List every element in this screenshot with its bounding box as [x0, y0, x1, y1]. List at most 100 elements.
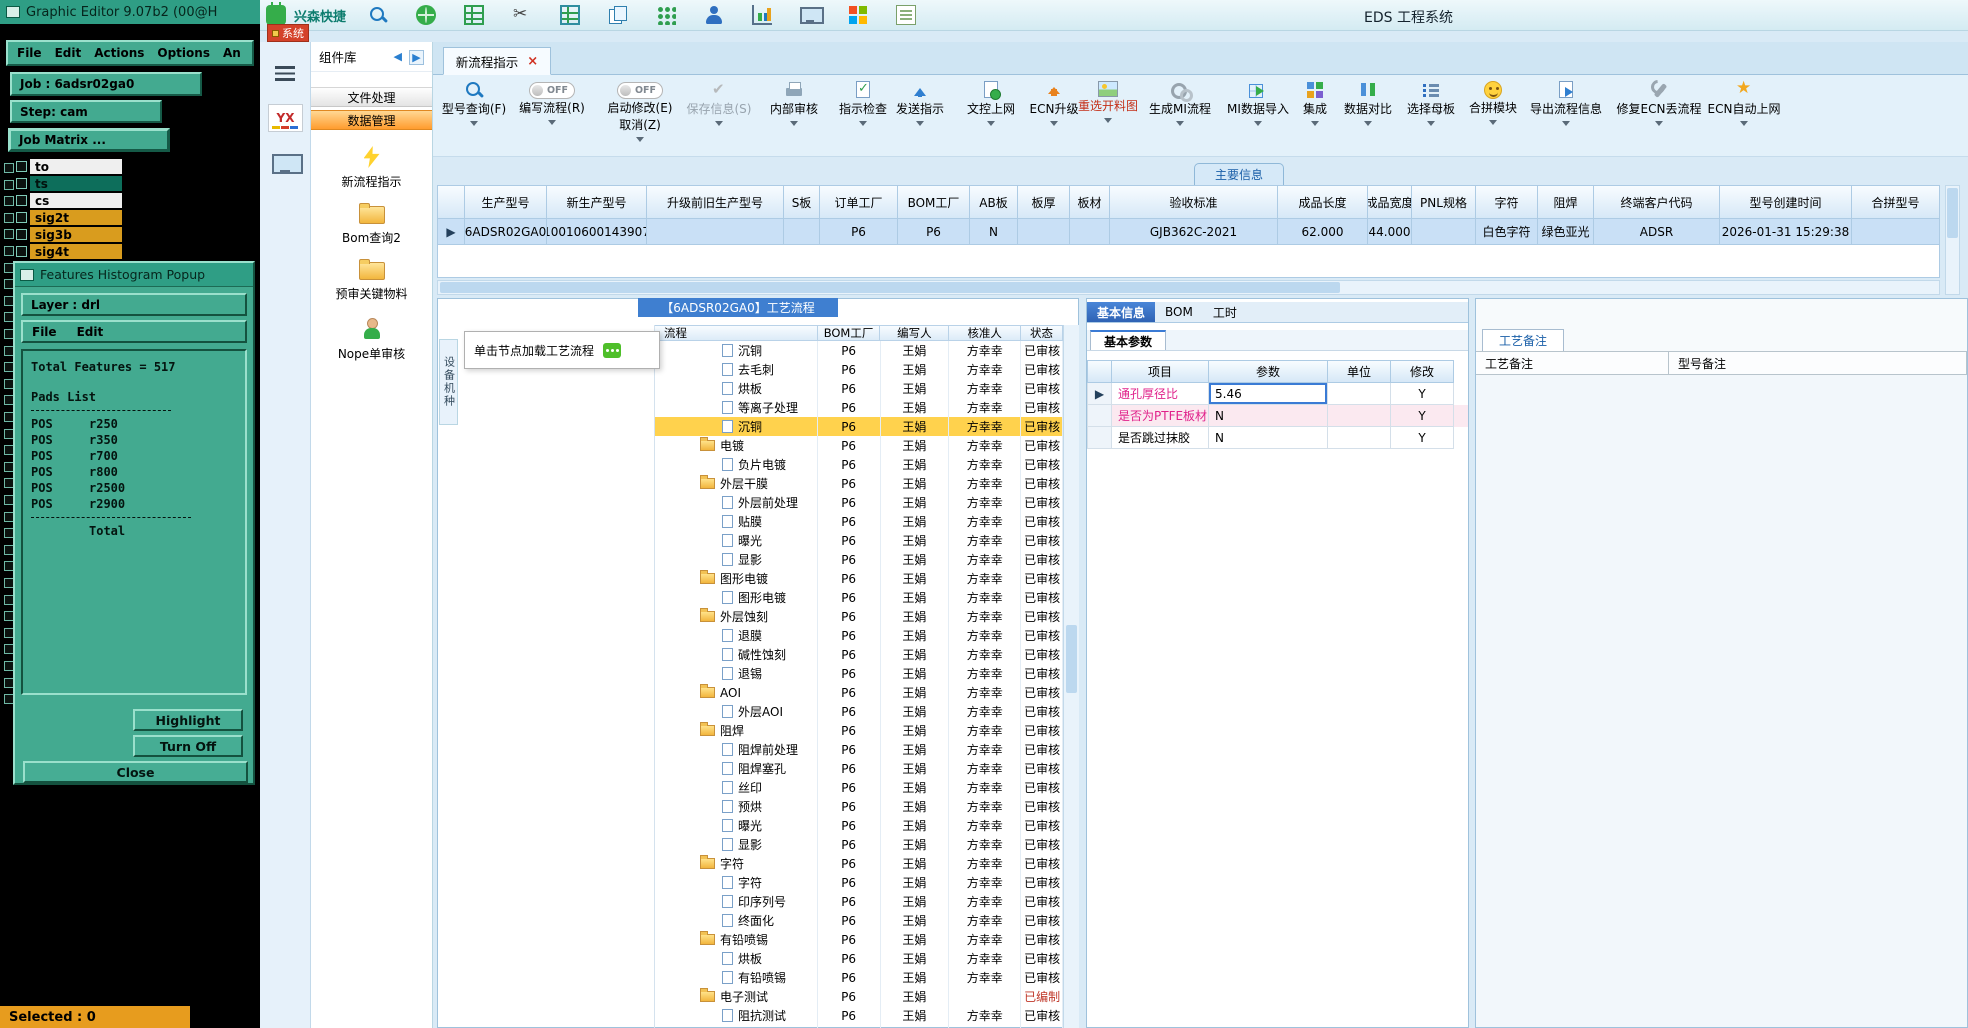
- win-icon[interactable]: [848, 5, 869, 25]
- horizontal-scrollbar[interactable]: [437, 280, 1940, 295]
- flow-tree-row[interactable]: 阻抗测试 P6 王娟 方幸幸 已审核: [655, 1006, 1063, 1025]
- toolbar-button[interactable]: OFF 编写流程(R): [513, 78, 591, 156]
- column-header[interactable]: 板厚: [1018, 185, 1070, 219]
- flow-tree-row[interactable]: 碱性蚀刻 P6 王娟 方幸幸 已审核: [655, 645, 1063, 664]
- flow-tree-row[interactable]: 曝光 P6 王娟 方幸幸 已审核: [655, 816, 1063, 835]
- layer-row[interactable]: cs: [16, 192, 122, 209]
- layer-checkbox[interactable]: [16, 195, 27, 206]
- flow-tree-row[interactable]: 去毛刺 P6 王娟 方幸幸 已审核: [655, 360, 1063, 379]
- popup-titlebar[interactable]: Features Histogram Popup: [15, 263, 253, 287]
- flow-tree-row[interactable]: 外层前处理 P6 王娟 方幸幸 已审核: [655, 493, 1063, 512]
- layer-row[interactable]: sig4t: [16, 243, 122, 260]
- dropdown-arrow-icon[interactable]: [916, 121, 924, 130]
- quick-launch-label[interactable]: 兴森快捷: [294, 6, 346, 25]
- flow-tree-row[interactable]: 外层蚀刻 P6 王娟 方幸幸 已审核: [655, 607, 1063, 626]
- param-value[interactable]: 5.46: [1209, 383, 1328, 405]
- param-value[interactable]: N: [1209, 405, 1328, 427]
- tree-column-header[interactable]: 核准人: [949, 325, 1022, 341]
- toolbar-button[interactable]: 生成MI流程: [1141, 78, 1219, 156]
- flow-tree-row[interactable]: 等离子处理 P6 王娟 方幸幸 已审核: [655, 398, 1063, 417]
- column-header[interactable]: 订单工厂: [820, 185, 898, 219]
- layer-row[interactable]: sig3b: [16, 226, 122, 243]
- highlight-button[interactable]: Highlight: [133, 709, 243, 731]
- job-matrix-button[interactable]: Job Matrix ...: [8, 128, 170, 152]
- flow-tree-row[interactable]: 外层AOI P6 王娟 方幸幸 已审核: [655, 702, 1063, 721]
- component-item[interactable]: 新流程指示: [311, 146, 432, 190]
- dropdown-arrow-icon[interactable]: [1104, 118, 1112, 127]
- param-row[interactable]: 是否跳过抹胶 N Y: [1087, 427, 1468, 449]
- globe-icon[interactable]: [416, 5, 437, 25]
- toolbar-button[interactable]: 重选开料图: [1069, 78, 1147, 156]
- menu-actions[interactable]: Actions: [94, 46, 144, 60]
- param-column-header[interactable]: 修改: [1391, 360, 1454, 383]
- note-icon[interactable]: [896, 5, 917, 25]
- tab-new-flow-instruction[interactable]: 新流程指示 ×: [443, 47, 551, 75]
- column-header[interactable]: 生产型号: [465, 185, 547, 219]
- system-tab[interactable]: 系统: [267, 24, 309, 42]
- dropdown-arrow-icon[interactable]: [1050, 121, 1058, 130]
- turn-off-button[interactable]: Turn Off: [133, 735, 243, 757]
- menu-options[interactable]: Options: [157, 46, 210, 60]
- off-toggle[interactable]: OFF: [617, 82, 663, 99]
- close-tab-icon[interactable]: ×: [527, 55, 538, 68]
- main-info-tab[interactable]: 主要信息: [1194, 163, 1284, 185]
- dropdown-arrow-icon[interactable]: [470, 121, 478, 130]
- flow-tree-row[interactable]: 外层干膜 P6 王娟 方幸幸 已审核: [655, 474, 1063, 493]
- dropdown-arrow-icon[interactable]: [1254, 121, 1262, 130]
- column-header[interactable]: S板: [784, 185, 820, 219]
- off-toggle[interactable]: OFF: [529, 82, 575, 99]
- go-right-icon[interactable]: ▶: [409, 50, 424, 65]
- column-header[interactable]: 成品长度: [1278, 185, 1368, 219]
- graphic-editor-titlebar[interactable]: Graphic Editor 9.07b2 (00@H: [0, 0, 260, 24]
- column-header[interactable]: 成品宽度: [1368, 185, 1412, 219]
- tab-bom[interactable]: BOM: [1155, 302, 1203, 322]
- column-header[interactable]: BOM工厂: [898, 185, 970, 219]
- flow-tree-row[interactable]: 沉铜 P6 王娟 方幸幸 已审核: [655, 341, 1063, 360]
- toolbar-button[interactable]: 内部审核: [755, 78, 833, 156]
- popup-menu-file[interactable]: File: [32, 325, 57, 339]
- dropdown-arrow-icon[interactable]: [1176, 121, 1184, 130]
- column-header[interactable]: 板材: [1070, 185, 1110, 219]
- toolbar-button[interactable]: 导出流程信息: [1527, 78, 1605, 156]
- scrollbar-thumb[interactable]: [1947, 188, 1958, 238]
- close-button[interactable]: Close: [23, 761, 248, 783]
- toolbar-button[interactable]: 合拼模块: [1454, 78, 1532, 156]
- flow-tree-row[interactable]: 贴膜 P6 王娟 方幸幸 已审核: [655, 512, 1063, 531]
- toolbar-button[interactable]: 发送指示: [881, 78, 959, 156]
- param-row[interactable]: 是否为PTFE板材 N Y: [1087, 405, 1468, 427]
- vertical-scrollbar[interactable]: [1945, 185, 1960, 295]
- param-column-header[interactable]: 单位: [1328, 360, 1391, 383]
- flow-tree-row[interactable]: 电镀 P6 王娟 方幸幸 已审核: [655, 436, 1063, 455]
- equipment-side-tab[interactable]: 设备机种: [439, 339, 458, 425]
- search-icon[interactable]: [368, 5, 388, 25]
- scrollbar-thumb[interactable]: [440, 282, 1340, 293]
- popup-menu-edit[interactable]: Edit: [77, 325, 104, 339]
- flow-tree-row[interactable]: 沉铜 P6 王娟 方幸幸 已审核: [655, 417, 1063, 436]
- toolbar-button[interactable]: ECN自动上网: [1705, 78, 1783, 156]
- component-item[interactable]: Nope单审核: [311, 318, 432, 362]
- tab-process-notes[interactable]: 工艺备注: [1482, 329, 1564, 351]
- grid2-icon[interactable]: [560, 5, 581, 25]
- flow-tree-row[interactable]: 烘板 P6 王娟 方幸幸 已审核: [655, 379, 1063, 398]
- param-row[interactable]: ▶ 通孔厚径比 5.46 Y: [1087, 383, 1468, 405]
- hamburger-menu-icon[interactable]: [275, 66, 295, 81]
- flow-tree-row[interactable]: 显影 P6 王娟 方幸幸 已审核: [655, 835, 1063, 854]
- column-header[interactable]: 字符: [1476, 185, 1538, 219]
- copy-icon[interactable]: [608, 5, 628, 25]
- param-column-header[interactable]: 参数: [1209, 360, 1328, 383]
- component-item[interactable]: Bom查询2: [311, 203, 432, 246]
- flow-tree-row[interactable]: 退锡 P6 王娟 方幸幸 已审核: [655, 664, 1063, 683]
- yx-logo[interactable]: YX: [268, 104, 303, 132]
- column-header[interactable]: 验收标准: [1110, 185, 1278, 219]
- layer-checkbox[interactable]: [16, 246, 27, 257]
- layer-strip-checkbox[interactable]: [4, 196, 14, 206]
- layer-strip-checkbox[interactable]: [4, 229, 14, 239]
- layer-checkbox[interactable]: [16, 161, 27, 172]
- user-icon[interactable]: [704, 5, 724, 25]
- column-header[interactable]: 合拼型号: [1852, 185, 1940, 219]
- layer-strip-checkbox[interactable]: [4, 180, 14, 190]
- tab-basic-params[interactable]: 基本参数: [1090, 330, 1166, 350]
- layer-checkbox[interactable]: [16, 212, 27, 223]
- component-item[interactable]: 预审关键物料: [311, 259, 432, 302]
- layer-row[interactable]: ts: [16, 175, 122, 192]
